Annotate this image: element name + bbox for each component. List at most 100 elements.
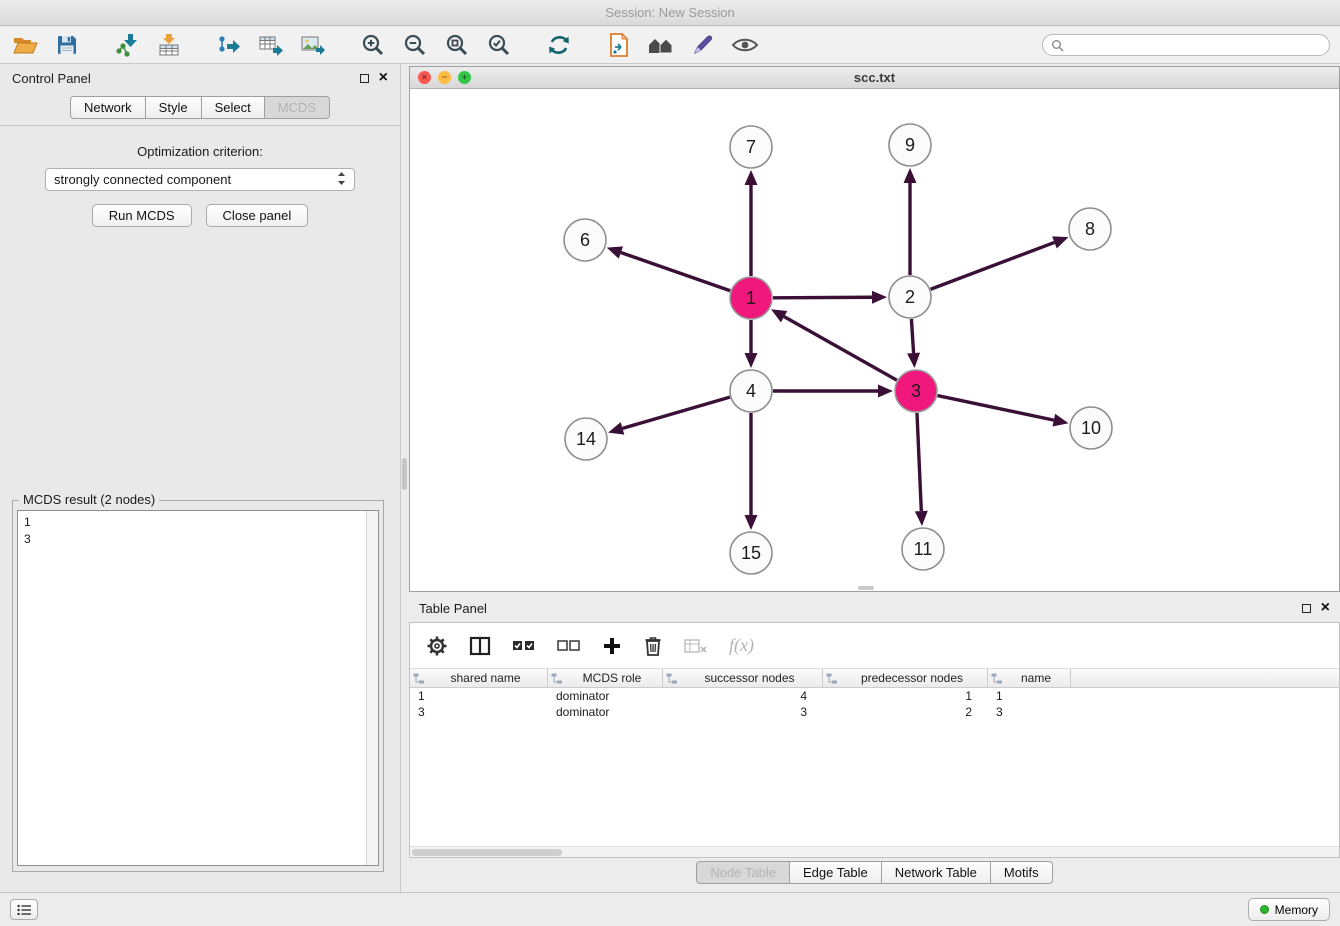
memory-button[interactable]: Memory [1248, 898, 1330, 921]
task-history-button[interactable] [10, 899, 38, 920]
table-body: 1dominator4113dominator323 [410, 688, 1339, 720]
eye-icon [731, 35, 759, 55]
delete-table-button[interactable] [684, 638, 708, 654]
open-folder-icon [12, 33, 38, 57]
table-row[interactable]: 1dominator411 [410, 688, 1339, 704]
select-all-button[interactable] [512, 637, 536, 654]
graph-node-label: 11 [914, 539, 933, 559]
deselect-all-icon [557, 637, 581, 654]
toggle-visibility-button[interactable] [730, 30, 760, 60]
network-canvas[interactable]: 7968124314101511 [410, 89, 1339, 591]
delete-table-icon [684, 638, 708, 654]
import-table-button[interactable] [154, 30, 184, 60]
table-tab-network-table[interactable]: Network Table [882, 861, 991, 884]
graph-edge-3-11[interactable] [917, 413, 921, 511]
window-minimize-icon[interactable]: − [438, 71, 451, 84]
share-document-button[interactable] [604, 30, 634, 60]
export-image-button[interactable] [298, 30, 328, 60]
export-table-button[interactable] [256, 30, 286, 60]
graph-node-label: 15 [741, 543, 761, 563]
graph-edge-1-6[interactable] [621, 253, 730, 291]
result-scrollbar[interactable] [366, 511, 378, 865]
import-network-button[interactable] [112, 30, 142, 60]
function-builder-button[interactable]: f(x) [729, 635, 754, 656]
graph-edge-3-1[interactable] [784, 317, 897, 381]
table-hscrollbar[interactable] [410, 846, 1339, 857]
view-group [604, 30, 760, 60]
table-toolbar: f(x) [410, 623, 1339, 669]
table-row[interactable]: 3dominator323 [410, 704, 1339, 720]
control-panel-tabbar: NetworkStyleSelectMCDS [0, 92, 400, 126]
toolbar-search[interactable] [1042, 34, 1330, 56]
save-session-button[interactable] [52, 30, 82, 60]
zoom-fit-button[interactable] [442, 30, 472, 60]
control-panel-tab-select[interactable]: Select [202, 96, 265, 119]
column-header-shared-name[interactable]: shared name [410, 669, 548, 687]
column-header-name[interactable]: name [988, 669, 1071, 687]
cell-name: 3 [988, 705, 1071, 719]
graph-arrowhead [872, 291, 887, 304]
deselect-all-button[interactable] [557, 637, 581, 654]
control-panel-tab-mcds[interactable]: MCDS [265, 96, 330, 119]
table-settings-button[interactable] [426, 635, 448, 657]
graph-arrowhead [878, 385, 893, 398]
apply-style-button[interactable] [688, 30, 718, 60]
table-tab-motifs[interactable]: Motifs [991, 861, 1053, 884]
table-tab-node-table[interactable]: Node Table [696, 861, 790, 884]
window-zoom-icon[interactable]: + [458, 71, 471, 84]
column-header-mcds-role[interactable]: MCDS role [548, 669, 663, 687]
close-panel-button[interactable]: Close panel [206, 204, 309, 227]
run-mcds-button[interactable]: Run MCDS [92, 204, 192, 227]
column-header-successor-nodes[interactable]: successor nodes [663, 669, 823, 687]
cell-name: 1 [988, 689, 1071, 703]
graph-arrowhead [745, 170, 758, 185]
home-icon [646, 33, 676, 57]
float-window-icon[interactable] [360, 74, 369, 83]
graph-arrowhead [915, 511, 928, 526]
save-floppy-icon [55, 33, 79, 57]
control-panel-tab-network[interactable]: Network [70, 96, 146, 119]
column-sort-icon [991, 673, 1003, 684]
graph-edge-3-10[interactable] [938, 396, 1054, 421]
create-column-button[interactable] [602, 636, 622, 656]
cell-mcds-role: dominator [548, 689, 663, 703]
graph-edge-1-2[interactable] [773, 297, 872, 298]
cell-predecessor-nodes: 2 [823, 705, 988, 719]
mcds-result-line: 1 [24, 514, 372, 531]
close-icon[interactable]: × [379, 72, 388, 84]
open-session-button[interactable] [10, 30, 40, 60]
control-panel-title: Control Panel [12, 71, 91, 86]
refresh-view-button[interactable] [544, 30, 574, 60]
network-window-titlebar[interactable]: scc.txt × − + [410, 67, 1339, 89]
zoom-in-button[interactable] [358, 30, 388, 60]
export-network-button[interactable] [214, 30, 244, 60]
search-input[interactable] [1069, 38, 1321, 52]
graph-edge-2-8[interactable] [931, 242, 1055, 289]
optimization-criterion-label: Optimization criterion: [0, 144, 400, 159]
graph-arrowhead [608, 422, 624, 434]
app-titlebar: Session: New Session [0, 0, 1340, 26]
graph-node-label: 9 [905, 135, 915, 155]
zoom-selected-button[interactable] [484, 30, 514, 60]
column-header-predecessor-nodes[interactable]: predecessor nodes [823, 669, 988, 687]
criterion-dropdown[interactable]: strongly connected component [45, 168, 355, 191]
window-close-icon[interactable]: × [418, 71, 431, 84]
graph-edge-2-3[interactable] [911, 319, 913, 353]
close-icon[interactable]: × [1321, 602, 1330, 614]
show-columns-button[interactable] [469, 636, 491, 656]
graph-edge-4-14[interactable] [622, 397, 729, 428]
refresh-group [544, 30, 574, 60]
zoom-out-button[interactable] [400, 30, 430, 60]
delete-column-button[interactable] [643, 635, 663, 657]
canvas-hscroll-thumb[interactable] [858, 586, 874, 590]
table-header-row: shared nameMCDS rolesuccessor nodesprede… [410, 669, 1339, 688]
control-panel-tab-style[interactable]: Style [146, 96, 202, 119]
graph-arrowhead [907, 353, 920, 368]
float-window-icon[interactable] [1302, 604, 1311, 613]
graph-node-label: 8 [1085, 219, 1095, 239]
table-tab-edge-table[interactable]: Edge Table [790, 861, 882, 884]
splitter-handle[interactable] [402, 458, 407, 490]
list-icon [17, 904, 32, 916]
home-view-button[interactable] [646, 30, 676, 60]
network-window-title: scc.txt [410, 70, 1339, 85]
